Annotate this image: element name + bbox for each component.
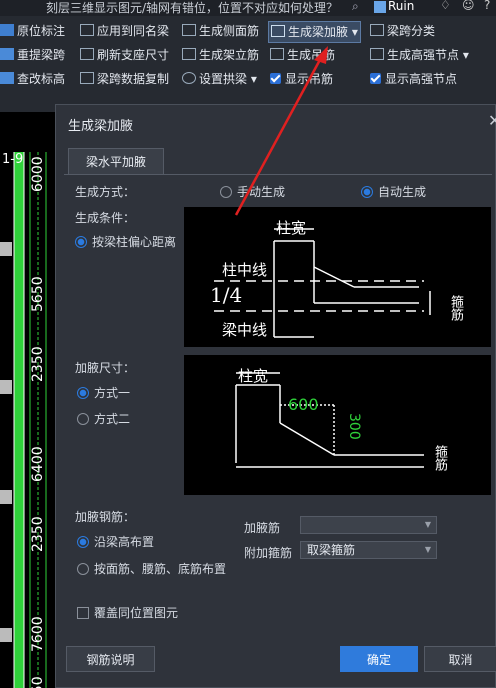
red-arrow-annotation	[234, 46, 328, 216]
